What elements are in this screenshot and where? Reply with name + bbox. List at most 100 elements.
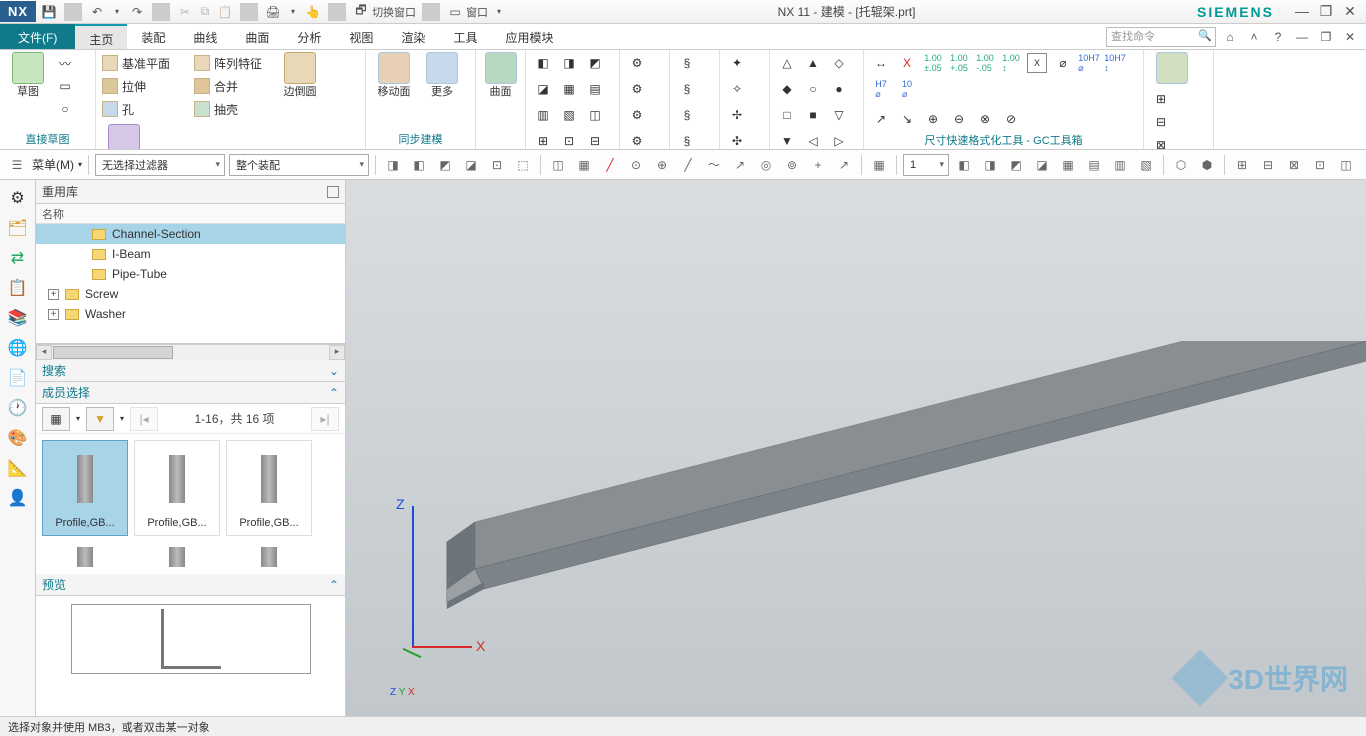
spring-icon[interactable]: § bbox=[677, 79, 697, 99]
dim-icon[interactable]: 1.00+.05 bbox=[949, 53, 969, 73]
expand-icon[interactable]: + bbox=[48, 289, 59, 300]
nav-icon[interactable]: 🗂 bbox=[6, 216, 30, 240]
minimize-button[interactable]: ― bbox=[1292, 3, 1312, 20]
spring-icon[interactable]: § bbox=[677, 105, 697, 125]
tree-item-channel-section[interactable]: Channel-Section bbox=[36, 224, 345, 244]
mt-icon[interactable]: ▼ bbox=[777, 131, 797, 150]
dim-icon[interactable]: 1.00-.05 bbox=[975, 53, 995, 73]
sel-icon[interactable]: ▦ bbox=[1057, 154, 1079, 176]
chevron-up-icon[interactable]: ⌃ bbox=[329, 386, 339, 400]
gear-icon[interactable]: ⚙ bbox=[627, 131, 647, 150]
circle-icon[interactable]: ○ bbox=[55, 99, 75, 119]
sel-icon[interactable]: ◧ bbox=[408, 154, 430, 176]
number-dropdown[interactable]: 1 bbox=[903, 154, 949, 176]
tab-view[interactable]: 视图 bbox=[335, 24, 387, 49]
thumbnail-item[interactable] bbox=[134, 542, 220, 572]
mt-icon[interactable]: ▷ bbox=[829, 131, 849, 150]
palette-icon[interactable]: 🎨 bbox=[6, 426, 30, 450]
mt-icon[interactable]: ▲ bbox=[803, 53, 823, 73]
view-mode-button[interactable]: ▦ bbox=[42, 407, 70, 431]
dim-icon[interactable]: ⊗ bbox=[975, 109, 995, 129]
search-section-header[interactable]: 搜索⌄ bbox=[36, 360, 345, 382]
mt-icon[interactable]: ◆ bbox=[777, 79, 797, 99]
sel-icon[interactable]: ◩ bbox=[1005, 154, 1027, 176]
sel-icon[interactable]: ▤ bbox=[1083, 154, 1105, 176]
dim-icon[interactable]: 1.00↕ bbox=[1001, 53, 1021, 73]
thumbnail-item[interactable]: Profile,GB... bbox=[42, 440, 128, 536]
std-icon[interactable]: ▤ bbox=[585, 79, 605, 99]
std-icon[interactable]: ⊟ bbox=[585, 131, 605, 150]
filter-button[interactable]: ▼ bbox=[86, 407, 114, 431]
tree-column-header[interactable]: 名称 bbox=[36, 204, 345, 224]
thumbnail-item[interactable]: Profile,GB... bbox=[226, 440, 312, 536]
thumbnail-item[interactable]: Profile,GB... bbox=[134, 440, 220, 536]
mach-icon[interactable]: ✢ bbox=[727, 105, 747, 125]
dim-icon[interactable]: ⌀ bbox=[1053, 53, 1073, 73]
settings-icon[interactable]: ⚙ bbox=[6, 186, 30, 210]
sel-icon[interactable]: ⊕ bbox=[651, 154, 673, 176]
tab-render[interactable]: 渲染 bbox=[387, 24, 439, 49]
std-icon[interactable]: ⊡ bbox=[559, 131, 579, 150]
sel-icon[interactable]: ◫ bbox=[1335, 154, 1357, 176]
gear-icon[interactable]: ⚙ bbox=[627, 79, 647, 99]
command-search[interactable]: 查找命令 bbox=[1106, 27, 1216, 47]
doc-minimize-button[interactable]: ― bbox=[1292, 27, 1312, 47]
first-page-button[interactable]: |◂ bbox=[130, 407, 158, 431]
mach-icon[interactable]: ✦ bbox=[727, 53, 747, 73]
dim-icon[interactable]: ↘ bbox=[897, 109, 917, 129]
save-icon[interactable]: 💾 bbox=[40, 3, 58, 21]
mt-icon[interactable]: ● bbox=[829, 79, 849, 99]
sel-icon[interactable]: ◨ bbox=[979, 154, 1001, 176]
move-face-button[interactable]: 移动面 bbox=[372, 52, 416, 98]
hole-button[interactable]: 孔 bbox=[102, 98, 182, 120]
dim-icon[interactable]: ↗ bbox=[871, 109, 891, 129]
scroll-left[interactable]: ◂ bbox=[36, 345, 52, 360]
tree-item-washer[interactable]: +Washer bbox=[36, 304, 345, 324]
menu-icon[interactable]: ☰ bbox=[6, 154, 28, 176]
preview-section-header[interactable]: 预览⌃ bbox=[36, 574, 345, 596]
sel-icon[interactable]: ⬡ bbox=[1170, 154, 1192, 176]
pin-icon[interactable] bbox=[327, 186, 339, 198]
surface-button[interactable]: 曲面 bbox=[482, 52, 519, 98]
help-icon[interactable]: ? bbox=[1268, 27, 1288, 47]
dropdown-icon[interactable]: ▾ bbox=[284, 3, 302, 21]
gear-icon[interactable]: ⚙ bbox=[627, 105, 647, 125]
clock-icon[interactable]: 🕐 bbox=[6, 396, 30, 420]
dropdown-icon[interactable]: ▾ bbox=[76, 414, 80, 423]
datum-plane-button[interactable]: 基准平面 bbox=[102, 52, 182, 74]
sel-icon[interactable]: ▥ bbox=[1109, 154, 1131, 176]
more-feature-button[interactable]: 更多 bbox=[102, 124, 146, 150]
dropdown-icon[interactable]: ▾ bbox=[78, 160, 82, 169]
mach-icon[interactable]: ✣ bbox=[727, 131, 747, 150]
sel-icon[interactable]: ⊟ bbox=[1257, 154, 1279, 176]
std-icon[interactable]: ▥ bbox=[533, 105, 553, 125]
doc-close-button[interactable]: ✕ bbox=[1340, 27, 1360, 47]
dim-icon[interactable]: 10⌀ bbox=[897, 79, 917, 99]
asm-icon[interactable]: ⊟ bbox=[1151, 112, 1171, 132]
mt-icon[interactable]: □ bbox=[777, 105, 797, 125]
sel-icon[interactable]: ⬢ bbox=[1196, 154, 1218, 176]
member-section-header[interactable]: 成员选择⌃ bbox=[36, 382, 345, 404]
last-page-button[interactable]: ▸| bbox=[311, 407, 339, 431]
rect-icon[interactable]: ▭ bbox=[55, 76, 75, 96]
sel-icon[interactable]: 〜 bbox=[703, 154, 725, 176]
mt-icon[interactable]: ■ bbox=[803, 105, 823, 125]
sel-icon[interactable]: ◧ bbox=[953, 154, 975, 176]
tab-home[interactable]: 主页 bbox=[75, 24, 127, 49]
mt-icon[interactable]: ◁ bbox=[803, 131, 823, 150]
tab-curve[interactable]: 曲线 bbox=[179, 24, 231, 49]
sel-icon[interactable]: ↗ bbox=[833, 154, 855, 176]
std-icon[interactable]: ▧ bbox=[559, 105, 579, 125]
dropdown-icon[interactable]: ▾ bbox=[120, 414, 124, 423]
touch-icon[interactable]: 👆 bbox=[304, 3, 322, 21]
redo-icon[interactable]: ↷ bbox=[128, 3, 146, 21]
constraint-icon[interactable]: ⇄ bbox=[6, 246, 30, 270]
window-menu-label[interactable]: 窗口 bbox=[466, 3, 488, 21]
dim-icon[interactable]: X bbox=[897, 53, 917, 73]
sel-icon[interactable]: + bbox=[807, 154, 829, 176]
spring-icon[interactable]: § bbox=[677, 53, 697, 73]
unite-button[interactable]: 合并 bbox=[194, 75, 274, 97]
scroll-thumb[interactable] bbox=[53, 346, 173, 359]
sel-icon[interactable]: ⊠ bbox=[1283, 154, 1305, 176]
tree-hscrollbar[interactable]: ◂▸ bbox=[36, 344, 345, 360]
